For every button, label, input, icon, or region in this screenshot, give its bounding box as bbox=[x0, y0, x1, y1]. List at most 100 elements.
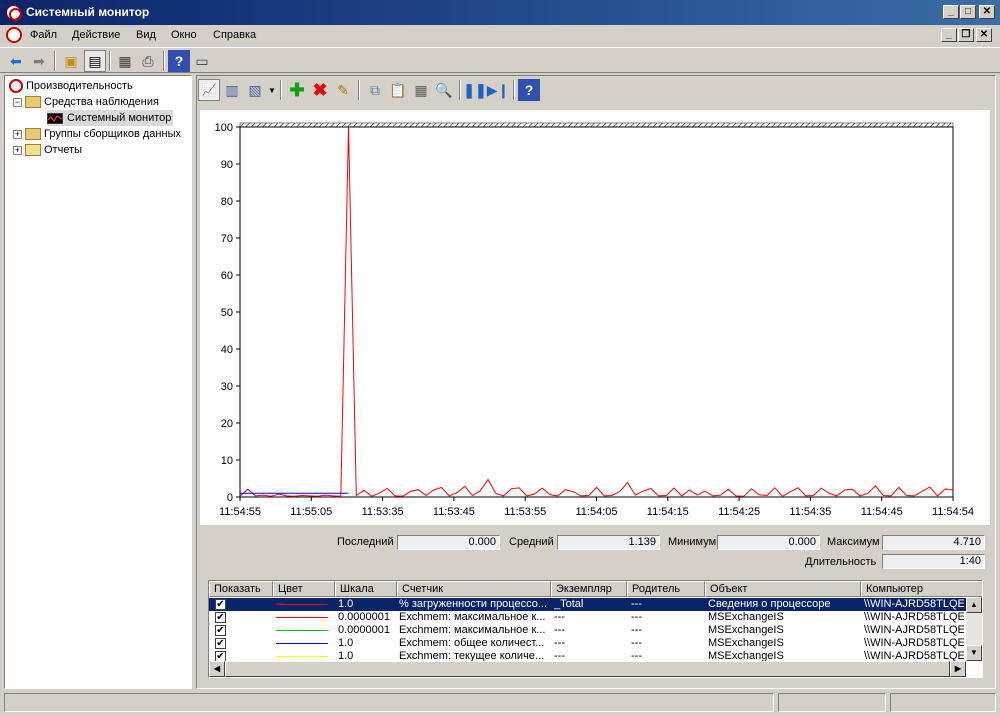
cell-counter: Exchmem: общее количест... bbox=[399, 637, 545, 649]
highlight-button[interactable]: ✎ bbox=[332, 79, 354, 101]
delete-counter-button[interactable]: ✖ bbox=[309, 79, 331, 101]
menu-window[interactable]: Окно bbox=[171, 29, 197, 41]
delete-icon: ✖ bbox=[312, 79, 328, 100]
histogram-icon: ▥ bbox=[225, 81, 239, 98]
add-counter-button[interactable]: ✚ bbox=[286, 79, 308, 101]
pause-icon: ❚❚ bbox=[463, 81, 487, 98]
toolbar-separator bbox=[280, 80, 282, 100]
paste-counter-list-button[interactable]: 📋 bbox=[387, 79, 409, 101]
minimize-button[interactable]: _ bbox=[943, 5, 959, 19]
collapse-icon[interactable]: − bbox=[13, 97, 22, 107]
column-header-parent[interactable]: Родитель bbox=[627, 581, 705, 597]
y-tick-label: 60 bbox=[221, 270, 233, 282]
update-data-button[interactable]: ▶❙ bbox=[487, 79, 510, 101]
properties-icon: ▦ bbox=[414, 81, 428, 98]
show-checkbox[interactable]: ✔ bbox=[215, 599, 226, 610]
up-level-button[interactable]: ▣ bbox=[60, 50, 82, 72]
y-tick-label: 90 bbox=[221, 159, 233, 171]
legend-row[interactable]: ✔ 1.0 % загруженности процессо... _Total ---… bbox=[209, 598, 966, 611]
show-checkbox[interactable]: ✔ bbox=[215, 625, 226, 636]
x-tick-label: 11:53:35 bbox=[362, 506, 404, 518]
hscroll-thumb[interactable] bbox=[225, 661, 950, 677]
scroll-right-button[interactable]: ▶ bbox=[950, 661, 966, 677]
pencil-icon: ✎ bbox=[337, 81, 349, 98]
expand-icon[interactable]: + bbox=[13, 145, 22, 155]
help-icon: ? bbox=[524, 82, 534, 98]
cell-object: Сведения о процессоре bbox=[708, 598, 831, 610]
legend-row[interactable]: ✔ 0.0000001 Exchmem: максимальное к... --- -… bbox=[209, 624, 966, 637]
properties-button[interactable]: ▦ bbox=[114, 50, 136, 72]
legend-row[interactable]: ✔ 0.0000001 Exchmem: максимальное к... --- -… bbox=[209, 611, 966, 624]
show-hide-tree-button[interactable]: ▤ bbox=[84, 50, 106, 72]
app-icon bbox=[6, 5, 22, 21]
printer-icon: ⎙ bbox=[142, 52, 154, 69]
column-header-computer[interactable]: Компьютер bbox=[861, 581, 982, 597]
column-header-object[interactable]: Объект bbox=[705, 581, 861, 597]
view-histogram-button[interactable]: ▥ bbox=[221, 79, 243, 101]
title-bar: Системный монитор _ □ ✕ bbox=[0, 0, 1000, 25]
legend-vscrollbar[interactable]: ▲ ▼ bbox=[966, 597, 982, 661]
menu-action[interactable]: Действие bbox=[72, 29, 120, 41]
x-tick-label: 11:54:25 bbox=[718, 506, 760, 518]
scroll-up-button[interactable]: ▲ bbox=[966, 597, 982, 613]
cell-parent: --- bbox=[631, 624, 642, 636]
maximize-button[interactable]: □ bbox=[960, 5, 976, 19]
expand-icon[interactable]: + bbox=[13, 129, 22, 139]
tree-item-monitoring-tools[interactable]: − Средства наблюдения bbox=[13, 94, 159, 110]
help-button[interactable]: ? bbox=[168, 50, 190, 72]
new-window-button[interactable]: ▭ bbox=[191, 50, 213, 72]
toolbar-separator bbox=[163, 51, 165, 71]
column-header-show[interactable]: Показать bbox=[209, 581, 273, 597]
show-checkbox[interactable]: ✔ bbox=[215, 638, 226, 649]
view-report-button[interactable]: ▧ bbox=[244, 79, 266, 101]
y-tick-label: 100 bbox=[215, 122, 233, 134]
show-checkbox[interactable]: ✔ bbox=[215, 612, 226, 623]
close-button[interactable]: ✕ bbox=[979, 5, 995, 19]
forward-button[interactable]: ➡ bbox=[28, 50, 50, 72]
copy-properties-button[interactable]: ⧉ bbox=[364, 79, 386, 101]
cell-parent: --- bbox=[631, 598, 642, 610]
child-close-button[interactable]: ✕ bbox=[976, 28, 992, 42]
view-graph-button[interactable]: 📈 bbox=[198, 79, 220, 101]
tree-item-label: Средства наблюдения bbox=[44, 96, 159, 108]
properties-button-monitor[interactable]: ▦ bbox=[410, 79, 432, 101]
monitor-toolbar: 📈 ▥ ▧ ▼ ✚ ✖ ✎ ⧉ 📋 ▦ 🔍 ❚❚ ▶❙ ? bbox=[198, 78, 988, 102]
legend-hscrollbar[interactable]: ◀ ▶ bbox=[209, 661, 966, 677]
menu-file[interactable]: Файл bbox=[30, 29, 57, 41]
tree-item-data-collector-sets[interactable]: + Группы сборщиков данных bbox=[13, 126, 181, 142]
monitor-help-button[interactable]: ? bbox=[518, 79, 540, 101]
duration-value: 1:40 bbox=[882, 554, 985, 569]
column-header-instance[interactable]: Экземпляр bbox=[551, 581, 627, 597]
back-button[interactable]: ⬅ bbox=[5, 50, 27, 72]
child-restore-button[interactable]: ❐ bbox=[958, 28, 974, 42]
menu-help[interactable]: Справка bbox=[213, 29, 256, 41]
arrow-left-icon: ◀ bbox=[213, 664, 221, 673]
tree-item-performance[interactable]: Производительность bbox=[9, 78, 133, 94]
performance-chart[interactable]: 100908070605040302010011:54:55 11:55:05 11… bbox=[200, 110, 990, 525]
column-header-counter[interactable]: Счетчик bbox=[397, 581, 551, 597]
menu-view[interactable]: Вид bbox=[136, 29, 156, 41]
plus-icon: ✚ bbox=[289, 79, 305, 100]
zoom-button[interactable]: 🔍 bbox=[433, 79, 455, 101]
maximum-label: Максимум bbox=[827, 536, 880, 548]
child-minimize-button[interactable]: _ bbox=[941, 28, 957, 42]
y-tick-label: 70 bbox=[221, 233, 233, 245]
freeze-display-button[interactable]: ❚❚ bbox=[463, 79, 487, 101]
column-header-color[interactable]: Цвет bbox=[273, 581, 335, 597]
view-dropdown-icon[interactable]: ▼ bbox=[268, 86, 276, 95]
minimum-value: 0.000 bbox=[717, 535, 820, 550]
tree-item-reports[interactable]: + Отчеты bbox=[13, 142, 82, 158]
legend-row[interactable]: ✔ 1.0 Exchmem: общее количест... --- --- MSEx… bbox=[209, 637, 966, 650]
tree-item-system-monitor[interactable]: Системный монитор bbox=[47, 110, 174, 126]
print-button[interactable]: ⎙ bbox=[137, 50, 159, 72]
scroll-down-button[interactable]: ▼ bbox=[966, 645, 982, 661]
toolbar-separator bbox=[358, 80, 360, 100]
scroll-left-button[interactable]: ◀ bbox=[209, 661, 225, 677]
x-tick-label: 11:53:45 bbox=[433, 506, 475, 518]
cell-object: MSExchangeIS bbox=[708, 624, 784, 636]
column-header-scale[interactable]: Шкала bbox=[335, 581, 397, 597]
performance-icon bbox=[9, 79, 23, 93]
average-value: 1.139 bbox=[557, 535, 660, 550]
cell-instance: --- bbox=[554, 624, 565, 636]
system-menu-icon[interactable] bbox=[6, 27, 22, 43]
